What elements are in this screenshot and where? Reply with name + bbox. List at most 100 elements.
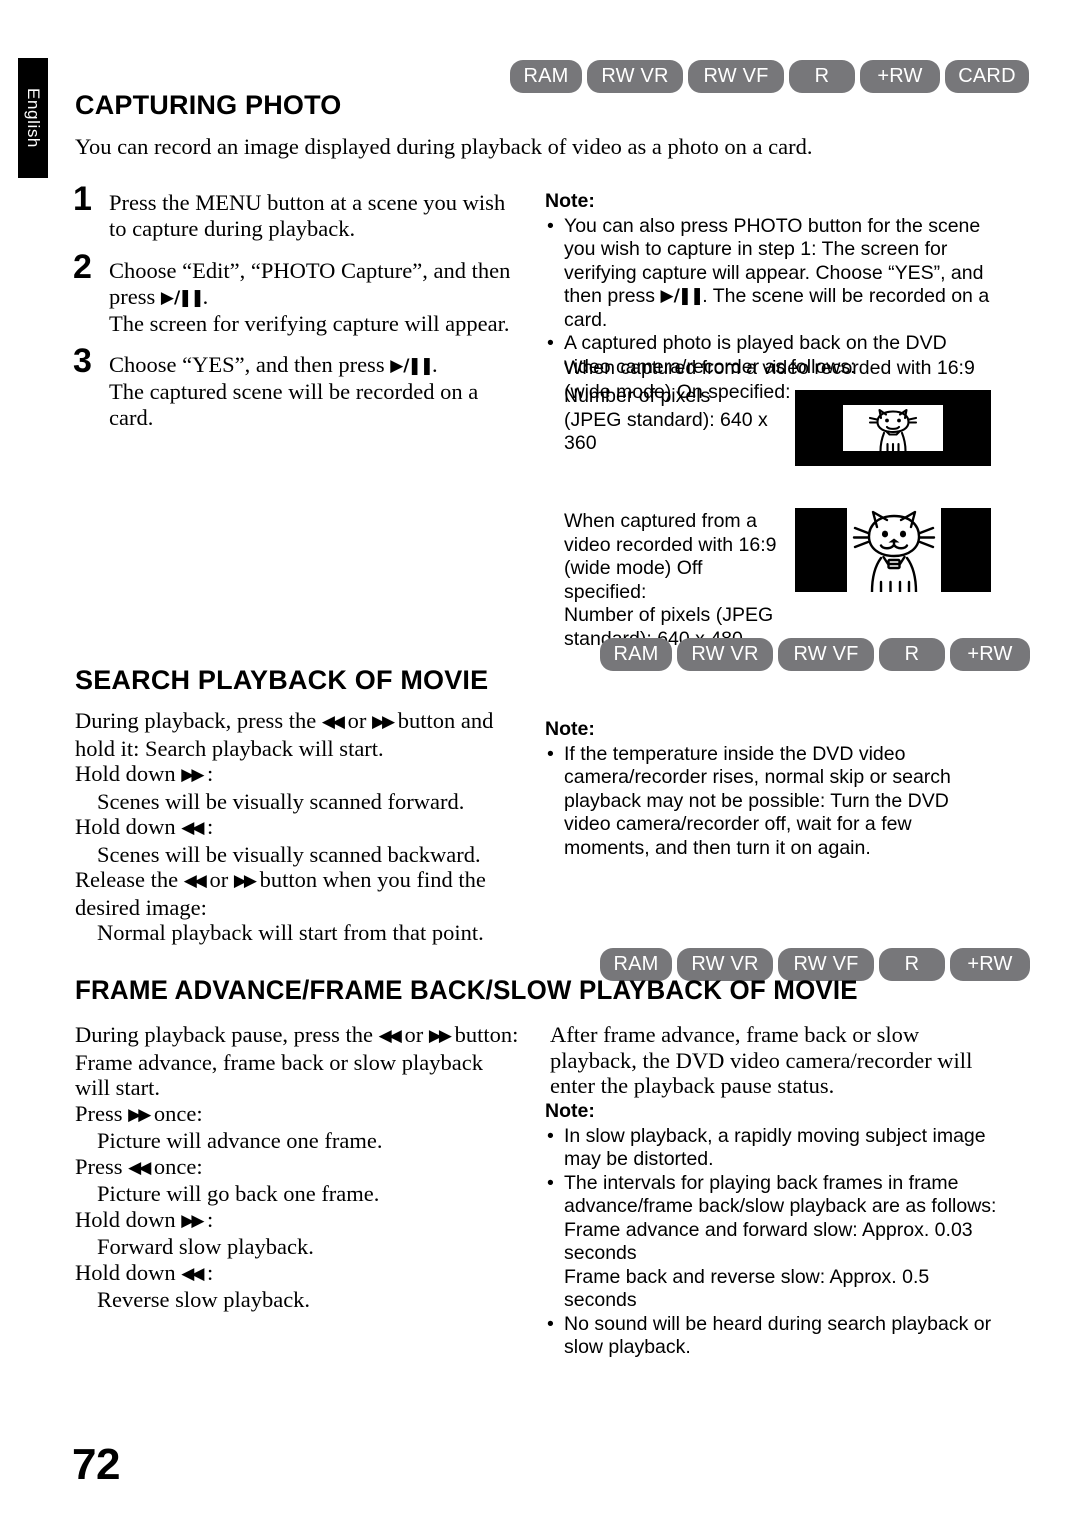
note-item: If the temperature inside the DVD video … xyxy=(545,743,1000,861)
search-line-forward: Hold down ▶▶ : xyxy=(75,761,520,789)
badge-r: R xyxy=(789,60,855,93)
search-line-forward-before: Hold down xyxy=(75,761,182,786)
frame-line-press-rw: Press ◀◀ once: xyxy=(75,1154,520,1182)
note-item-main: No sound will be heard during search pla… xyxy=(564,1312,992,1359)
search-intro-middle: or xyxy=(341,708,372,733)
frame-line-hold-rw-detail: Reverse slow playback. xyxy=(97,1287,311,1312)
note-item: In slow playback, a rapidly moving subje… xyxy=(545,1125,1000,1172)
badge-r: R xyxy=(879,638,945,671)
step-2-text: Choose “Edit”, “PHOTO Capture”, and then… xyxy=(109,258,523,311)
frame-line-hold-ff-before: Hold down xyxy=(75,1206,182,1232)
note-list: If the temperature inside the DVD video … xyxy=(545,743,1000,861)
search-intro: During playback, press the ◀◀ or ▶▶ butt… xyxy=(75,708,493,761)
fast-forward-icon: ▶▶ xyxy=(128,1104,151,1125)
search-line-backward: Hold down ◀◀ : xyxy=(75,814,520,842)
rewind-icon: ◀◀ xyxy=(181,818,204,838)
fast-forward-icon: ▶▶ xyxy=(371,712,395,732)
note-item-extra2: Frame back and reverse slow: Approx. 0.5… xyxy=(564,1265,930,1312)
illustration-wide-on-picture xyxy=(843,405,943,451)
note-list: You can also press PHOTO button for the … xyxy=(545,215,995,380)
frame-line-hold-rw-after: : xyxy=(201,1259,214,1285)
search-release-before: Release the xyxy=(75,867,184,892)
search-release-middle: or xyxy=(203,867,234,892)
badge-rw-vr: RW VR xyxy=(587,60,683,93)
step-1-number: 1 xyxy=(73,180,92,218)
illustration-wide-on xyxy=(795,390,991,466)
search-line-forward-after: : xyxy=(201,761,214,786)
wide-off-line1: When captured from a video recorded with… xyxy=(564,510,777,603)
frame-line-hold-rw-before: Hold down xyxy=(75,1259,182,1285)
page-number: 72 xyxy=(72,1440,120,1489)
badge-ram: RAM xyxy=(600,638,672,671)
note-label: Note: xyxy=(545,190,595,212)
frame-line-press-ff: Press ▶▶ once: xyxy=(75,1101,520,1129)
frame-line-hold-ff-after: : xyxy=(201,1206,214,1232)
play-pause-icon: ▶/❚❚ xyxy=(390,356,434,376)
search-playback-body: During playback, press the ◀◀ or ▶▶ butt… xyxy=(75,708,520,946)
cat-drawing-small-icon xyxy=(868,408,918,451)
frame-intro: During playback pause, press the ◀◀ or ▶… xyxy=(75,1022,518,1100)
wide-on-line2: Number of pixels (JPEG standard): 640 x … xyxy=(564,385,768,454)
step-3-text-after: . xyxy=(431,352,438,377)
rewind-icon: ◀◀ xyxy=(128,1157,151,1178)
badge-plus-rw: +RW xyxy=(860,60,940,93)
search-line-backward-before: Hold down xyxy=(75,814,182,839)
rewind-icon: ◀◀ xyxy=(183,871,207,891)
cat-eyes-small xyxy=(885,418,901,423)
frame-line-hold-ff-detail: Forward slow playback. xyxy=(97,1234,314,1259)
wide-on-description-line2: Number of pixels (JPEG standard): 640 x … xyxy=(564,385,769,456)
note-item: No sound will be heard during search pla… xyxy=(545,1313,1000,1360)
frame-line-press-ff-after: once: xyxy=(148,1100,203,1126)
frame-advance-right-paragraph: After frame advance, frame back or slow … xyxy=(550,1022,973,1098)
rewind-icon: ◀◀ xyxy=(378,1026,402,1046)
badge-rw-vf: RW VF xyxy=(688,60,784,93)
frame-line-press-ff-detail: Picture will advance one frame. xyxy=(97,1128,383,1153)
frame-line-hold-ff: Hold down ▶▶ : xyxy=(75,1207,520,1235)
illustration-wide-off xyxy=(795,508,991,592)
frame-intro-middle: or xyxy=(398,1022,429,1047)
rewind-icon: ◀◀ xyxy=(321,712,345,732)
note-capturing-photo: Note: You can also press PHOTO button fo… xyxy=(545,190,995,379)
language-tab: English xyxy=(18,58,48,178)
note-item-main: In slow playback, a rapidly moving subje… xyxy=(564,1124,986,1171)
note-search-playback: Note: If the temperature inside the DVD … xyxy=(545,718,1000,860)
step-3-number: 3 xyxy=(73,342,92,380)
badge-plus-rw: +RW xyxy=(950,638,1030,671)
step-3-text-before: Choose “YES”, and then press xyxy=(109,352,391,377)
fast-forward-icon: ▶▶ xyxy=(181,1210,204,1231)
note-label: Note: xyxy=(545,1100,595,1122)
search-line-forward-detail: Scenes will be visually scanned forward. xyxy=(97,788,465,814)
search-line-backward-after: : xyxy=(201,814,214,839)
step-3: 3 Choose “YES”, and then press ▶/❚❚. The… xyxy=(73,344,523,431)
note-item-main: The intervals for playing back frames in… xyxy=(564,1171,997,1218)
note-label: Note: xyxy=(545,718,595,740)
cat-facial-features xyxy=(881,530,907,543)
note-item: You can also press PHOTO button for the … xyxy=(545,215,995,333)
note-item-extra1: Frame advance and forward slow: Approx. … xyxy=(564,1218,973,1265)
section-title-frame-advance: FRAME ADVANCE/FRAME BACK/SLOW PLAYBACK O… xyxy=(75,975,858,1005)
step-2-detail: The screen for verifying capture will ap… xyxy=(109,311,510,336)
badge-ram: RAM xyxy=(510,60,582,93)
step-1-text: Press the MENU button at a scene you wis… xyxy=(109,190,506,241)
capturing-photo-intro: You can record an image displayed during… xyxy=(75,134,813,159)
step-2-number: 2 xyxy=(73,248,92,286)
badge-card: CARD xyxy=(945,60,1029,93)
fast-forward-icon: ▶▶ xyxy=(233,871,257,891)
rewind-icon: ◀◀ xyxy=(181,1263,204,1284)
frame-intro-before: During playback pause, press the xyxy=(75,1022,379,1047)
frame-line-press-ff-before: Press xyxy=(75,1100,129,1126)
search-line-backward-detail: Scenes will be visually scanned backward… xyxy=(97,841,481,867)
illustration-wide-off-picture xyxy=(847,508,941,592)
frame-advance-left-body: During playback pause, press the ◀◀ or ▶… xyxy=(75,1022,520,1313)
step-2: 2 Choose “Edit”, “PHOTO Capture”, and th… xyxy=(73,250,523,337)
play-pause-icon: ▶/❚❚ xyxy=(660,286,704,306)
search-release-detail: Normal playback will start from that poi… xyxy=(97,920,484,945)
badge-row-search-playback: RAM RW VR RW VF R +RW xyxy=(600,638,1030,671)
badge-r: R xyxy=(879,948,945,981)
section-title-search-playback: SEARCH PLAYBACK OF MOVIE xyxy=(75,665,489,695)
step-1: 1 Press the MENU button at a scene you w… xyxy=(73,182,513,242)
frame-line-hold-rw: Hold down ◀◀ : xyxy=(75,1260,520,1288)
search-release-line: Release the ◀◀ or ▶▶ button when you fin… xyxy=(75,867,520,920)
frame-line-press-rw-after: once: xyxy=(148,1153,203,1179)
play-pause-icon: ▶/❚❚ xyxy=(160,288,205,308)
